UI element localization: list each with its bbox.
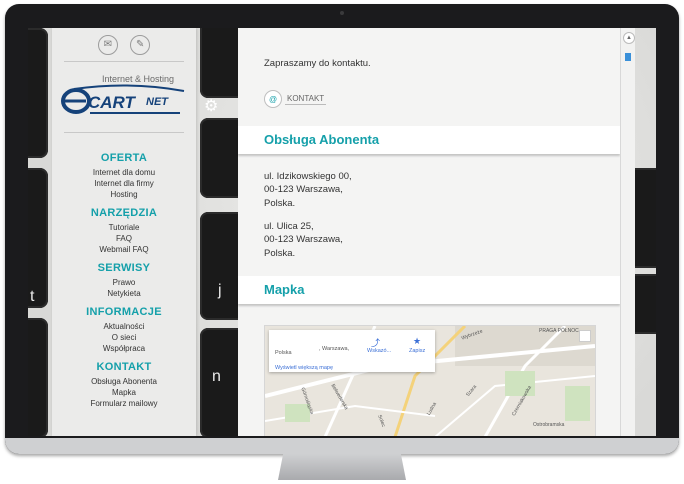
kontakt-button[interactable]: @ KONTAKT	[264, 90, 327, 108]
nav-item-internet-dom[interactable]: Internet dla domu	[52, 167, 196, 178]
section-title-abonent: Obsługa Abonenta	[264, 132, 380, 147]
logo-text: CART	[88, 93, 137, 112]
contact-icon: @	[264, 90, 282, 108]
kontakt-label: KONTAKT	[285, 93, 327, 105]
divider	[64, 61, 184, 62]
key	[28, 28, 48, 158]
map-label: PRAGA PÓŁNOC	[539, 328, 579, 334]
map-expand-button[interactable]	[579, 330, 591, 342]
nav-group-informacje: INFORMACJE Aktualności O sieci Współprac…	[52, 306, 196, 354]
mail-icon[interactable]: ✉	[97, 34, 118, 55]
nav-item-obsluga-abonenta[interactable]: Obsługa Abonenta	[52, 376, 196, 387]
nav-item-wspolpraca[interactable]: Współpraca	[52, 343, 196, 354]
section-bar-abonent: Obsługa Abonenta	[238, 126, 620, 154]
nav-item-aktualnosci[interactable]: Aktualności	[52, 321, 196, 332]
map-card-country: Polska	[275, 350, 292, 356]
nav-heading-kontakt[interactable]: KONTAKT	[52, 361, 196, 373]
map-label: Ostrobramska	[533, 422, 565, 428]
address-line: ul. Idzikowskiego 00,	[264, 171, 352, 182]
section-bar-map: Mapka	[238, 276, 620, 304]
key	[28, 318, 48, 436]
address-line: 00-123 Warszawa,	[264, 234, 343, 246]
nav-heading-oferta[interactable]: OFERTA	[52, 152, 196, 164]
nav-item-formularz[interactable]: Formularz mailowy	[52, 398, 196, 409]
key: t	[28, 168, 48, 308]
divider	[64, 132, 184, 133]
monitor-stand	[278, 454, 406, 480]
nav-heading-informacje[interactable]: INFORMACJE	[52, 306, 196, 318]
directions-label[interactable]: Wskazó...	[367, 348, 391, 354]
sidebar-nav: OFERTA Internet dla domu Internet dla fi…	[52, 152, 196, 416]
nav-item-prawo[interactable]: Prawo	[52, 277, 196, 288]
map-card-city: , Warszawa,	[319, 346, 350, 352]
sidebar: ✉ ✎ Internet & Hosting CART NET OFERTA I…	[52, 28, 196, 436]
camera-dot	[340, 11, 344, 15]
scroll-thumb[interactable]	[625, 53, 631, 61]
site-logo[interactable]: CART NET	[60, 83, 188, 117]
save-label[interactable]: Zapisz	[409, 348, 425, 354]
address-line: Polska.	[264, 247, 296, 259]
nav-item-tutoriale[interactable]: Tutoriale	[52, 222, 196, 233]
scrollbar[interactable]: ▲	[620, 28, 635, 436]
nav-item-faq[interactable]: FAQ	[52, 233, 196, 244]
nav-group-oferta: OFERTA Internet dla domu Internet dla fi…	[52, 152, 196, 200]
sidebar-icons: ✉ ✎	[52, 34, 196, 55]
embedded-map[interactable]: PRAGA PÓŁNOC Wybrzeże Belwederska Górnoś…	[264, 325, 596, 436]
nav-item-hosting[interactable]: Hosting	[52, 189, 196, 200]
monitor-chin	[5, 438, 679, 454]
section-title-map: Mapka	[264, 282, 305, 297]
nav-item-o-sieci[interactable]: O sieci	[52, 332, 196, 343]
main-content: Zapraszamy do kontaktu. @ KONTAKT Obsług…	[238, 28, 620, 436]
address-block-2: ul. Ulica 25, 00-123 Warszawa, Polska.	[264, 220, 343, 260]
address-block-1: ul. Idzikowskiego 00, 00-123 Warszawa, P…	[264, 170, 352, 210]
nav-item-internet-firma[interactable]: Internet dla firmy	[52, 178, 196, 189]
map-larger-link[interactable]: Wyświetl większą mapę	[275, 365, 333, 371]
nav-group-narzedzia: NARZĘDZIA Tutoriale FAQ Webmail FAQ	[52, 207, 196, 255]
nav-item-mapka[interactable]: Mapka	[52, 387, 196, 398]
key-label: n	[212, 368, 221, 385]
gear-icon[interactable]: ⚙	[204, 99, 220, 115]
address-line: Polska.	[264, 197, 296, 209]
scroll-up-button[interactable]: ▲	[623, 32, 635, 44]
address-line: ul. Ulica 25,	[264, 221, 314, 232]
nav-item-netykieta[interactable]: Netykieta	[52, 288, 196, 299]
key-label: j	[218, 282, 222, 299]
nav-group-kontakt: KONTAKT Obsługa Abonenta Mapka Formularz…	[52, 361, 196, 409]
intro-text: Zapraszamy do kontaktu.	[264, 58, 371, 69]
key-label: t	[30, 288, 35, 305]
screen: j n t ift › ✉ ✎ Internet & Hosting CART …	[28, 28, 656, 436]
nav-heading-serwisy[interactable]: SERWISY	[52, 262, 196, 274]
nav-group-serwisy: SERWISY Prawo Netykieta	[52, 262, 196, 299]
tools-icon[interactable]: ✎	[130, 34, 151, 55]
logo-suffix: NET	[146, 96, 169, 108]
address-line: 00-123 Warszawa,	[264, 184, 343, 196]
nav-item-webmail-faq[interactable]: Webmail FAQ	[52, 244, 196, 255]
star-icon[interactable]: ★	[413, 336, 421, 347]
map-info-card: Polska , Warszawa, Wyświetl większą mapę…	[269, 330, 435, 372]
nav-heading-narzedzia[interactable]: NARZĘDZIA	[52, 207, 196, 219]
